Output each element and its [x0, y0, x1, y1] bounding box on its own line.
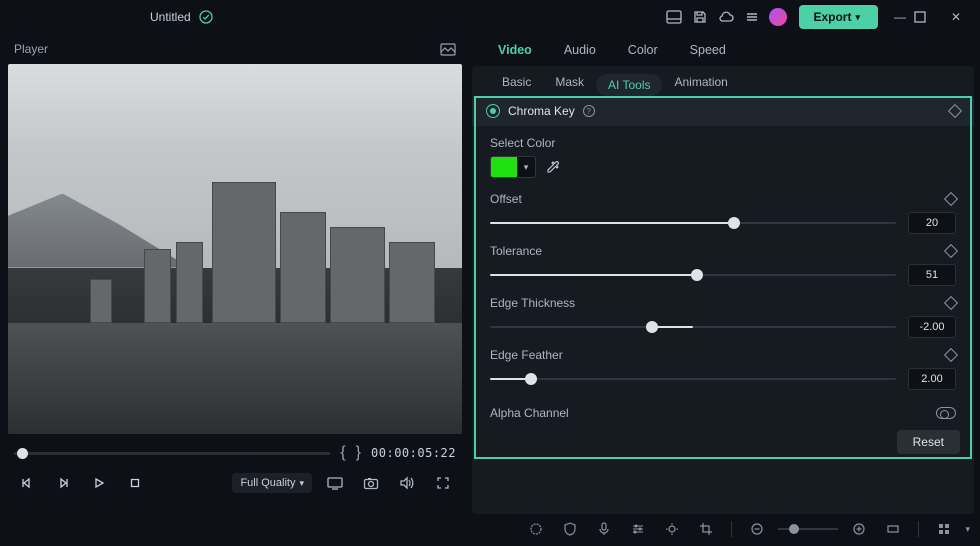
edge-thickness-label: Edge Thickness	[490, 296, 575, 310]
mic-icon[interactable]	[591, 516, 617, 542]
chevron-down-icon: ▾	[517, 162, 535, 173]
section-toggle-icon[interactable]	[486, 104, 500, 118]
window-close-icon[interactable]: ✕	[942, 10, 970, 24]
color-wheel-icon[interactable]	[523, 516, 549, 542]
quality-dropdown[interactable]: Full Quality ▾	[232, 473, 312, 493]
chevron-down-icon: ▾	[299, 478, 304, 489]
eyedropper-icon[interactable]	[546, 160, 560, 174]
grid-view-icon[interactable]	[931, 516, 957, 542]
document-title: Untitled	[150, 10, 191, 24]
menu-list-icon[interactable]	[739, 4, 765, 30]
edge-thickness-slider[interactable]	[490, 317, 896, 337]
display-device-icon[interactable]	[322, 470, 348, 496]
play-icon[interactable]	[86, 470, 112, 496]
main-tabs: Video Audio Color Speed	[472, 34, 974, 66]
export-label: Export	[813, 10, 851, 24]
shield-icon[interactable]	[557, 516, 583, 542]
adjust-icon[interactable]	[625, 516, 651, 542]
export-button[interactable]: Export ▾	[799, 5, 878, 29]
timeline-toolbar: ▾	[480, 516, 970, 542]
visibility-toggle-icon[interactable]	[936, 407, 956, 419]
player-panel: Player { } 00:00:05:22 Full Quality	[0, 34, 470, 514]
save-icon[interactable]	[687, 4, 713, 30]
playhead-scrubber[interactable]	[14, 452, 330, 455]
tab-mask[interactable]: Mask	[543, 68, 596, 96]
edge-thickness-value[interactable]: -2.00	[908, 316, 956, 338]
keyframe-diamond-icon[interactable]	[944, 348, 958, 362]
tolerance-label: Tolerance	[490, 244, 542, 258]
window-minimize-icon[interactable]: —	[886, 10, 914, 24]
keyframe-diamond-icon[interactable]	[944, 244, 958, 258]
prev-frame-icon[interactable]	[14, 470, 40, 496]
cloud-upload-icon[interactable]	[713, 4, 739, 30]
tolerance-value[interactable]: 51	[908, 264, 956, 286]
mark-out-icon[interactable]: }	[356, 444, 361, 462]
mark-in-icon[interactable]: {	[340, 444, 345, 462]
tab-ai-tools[interactable]: AI Tools	[596, 74, 662, 96]
offset-label: Offset	[490, 192, 522, 206]
alpha-channel-label: Alpha Channel	[490, 406, 569, 420]
chevron-down-icon[interactable]: ▾	[965, 524, 970, 535]
tolerance-slider[interactable]	[490, 265, 896, 285]
snapshot-frame-icon[interactable]	[440, 43, 456, 56]
keyframe-diamond-icon[interactable]	[948, 104, 962, 118]
properties-panel: Video Audio Color Speed Basic Mask AI To…	[470, 34, 980, 514]
player-title: Player	[14, 42, 48, 56]
chroma-key-header[interactable]: Chroma Key ?	[472, 96, 974, 126]
volume-icon[interactable]	[394, 470, 420, 496]
edge-feather-slider[interactable]	[490, 369, 896, 389]
tab-video[interactable]: Video	[482, 35, 548, 65]
tab-basic[interactable]: Basic	[490, 68, 543, 96]
stop-icon[interactable]	[122, 470, 148, 496]
document-title-group: Untitled	[150, 10, 213, 24]
keyframe-diamond-icon[interactable]	[944, 296, 958, 310]
edge-feather-value[interactable]: 2.00	[908, 368, 956, 390]
edge-feather-label: Edge Feather	[490, 348, 563, 362]
video-preview[interactable]	[8, 64, 462, 434]
select-color-label: Select Color	[490, 136, 956, 150]
window-maximize-icon[interactable]	[914, 11, 942, 23]
fullscreen-icon[interactable]	[430, 470, 456, 496]
titlebar: Untitled Export ▾ — ✕	[0, 0, 980, 34]
fit-zoom-icon[interactable]	[880, 516, 906, 542]
tab-audio[interactable]: Audio	[548, 35, 612, 65]
timecode: 00:00:05:22	[371, 446, 456, 460]
zoom-out-icon[interactable]	[744, 516, 770, 542]
brightness-icon[interactable]	[659, 516, 685, 542]
keyframe-diamond-icon[interactable]	[944, 192, 958, 206]
zoom-track[interactable]	[778, 528, 838, 530]
avatar[interactable]	[765, 4, 791, 30]
color-swatch	[491, 157, 517, 177]
reset-button[interactable]: Reset	[897, 430, 960, 454]
crop-icon[interactable]	[693, 516, 719, 542]
help-icon[interactable]: ?	[583, 105, 595, 117]
quality-label: Full Quality	[240, 477, 295, 489]
chevron-down-icon: ▾	[855, 12, 860, 23]
tab-speed[interactable]: Speed	[674, 35, 742, 65]
camera-icon[interactable]	[358, 470, 384, 496]
zoom-in-icon[interactable]	[846, 516, 872, 542]
tab-animation[interactable]: Animation	[662, 68, 739, 96]
sub-tabs: Basic Mask AI Tools Animation	[472, 66, 974, 96]
saved-check-icon	[199, 10, 213, 24]
next-frame-icon[interactable]	[50, 470, 76, 496]
layout-icon[interactable]	[661, 4, 687, 30]
tab-color[interactable]: Color	[612, 35, 674, 65]
offset-value[interactable]: 20	[908, 212, 956, 234]
offset-slider[interactable]	[490, 213, 896, 233]
color-swatch-dropdown[interactable]: ▾	[490, 156, 536, 178]
chroma-key-title: Chroma Key	[508, 104, 575, 118]
